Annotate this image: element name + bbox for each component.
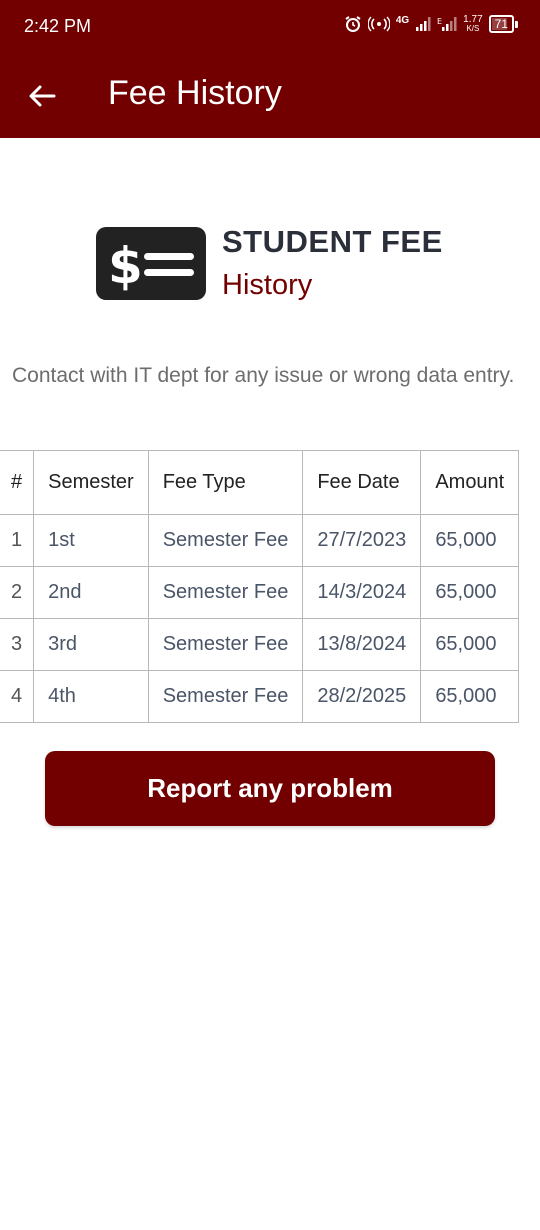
battery-tip bbox=[515, 20, 518, 28]
back-button[interactable] bbox=[22, 76, 62, 116]
battery-icon: 71 bbox=[488, 15, 518, 33]
fee-table: # Semester Fee Type Fee Date Amount 1 1s… bbox=[0, 450, 520, 723]
table-cell: 27/7/2023 bbox=[302, 514, 422, 567]
table-row: 3 3rd Semester Fee 13/8/2024 65,000 bbox=[0, 618, 520, 671]
table-row: 2 2nd Semester Fee 14/3/2024 65,000 bbox=[0, 566, 520, 619]
table-cell: 65,000 bbox=[420, 566, 520, 619]
status-icons: 4G E 1.77 K/S 71 bbox=[344, 15, 518, 33]
table-cell: 65,000 bbox=[420, 670, 520, 723]
table-cell: 1st bbox=[33, 514, 149, 567]
battery-percent: 71 bbox=[494, 17, 508, 31]
column-header: Amount bbox=[420, 450, 520, 515]
dollar-bill-icon: $ bbox=[96, 227, 206, 300]
table-cell: 2nd bbox=[33, 566, 149, 619]
table-cell: 13/8/2024 bbox=[302, 618, 422, 671]
hotspot-icon bbox=[367, 16, 390, 32]
table-cell: 3 bbox=[0, 618, 35, 671]
column-header: Fee Type bbox=[147, 450, 304, 515]
table-cell: Semester Fee bbox=[147, 618, 304, 671]
table-viewport[interactable]: # Semester Fee Type Fee Date Amount 1 1s… bbox=[0, 0, 540, 1230]
notice-text: Contact with IT dept for any issue or wr… bbox=[12, 364, 515, 387]
battery-level: 71 bbox=[488, 15, 514, 33]
status-time: 2:42 PM bbox=[24, 16, 92, 36]
alarm-icon bbox=[344, 15, 362, 33]
table-cell: 4th bbox=[33, 670, 149, 723]
header-title: STUDENT FEE bbox=[222, 224, 443, 259]
fee-header: $ STUDENT FEE History bbox=[96, 222, 476, 312]
network-type: 4G bbox=[395, 15, 410, 26]
report-problem-button[interactable]: Report any problem bbox=[45, 751, 495, 826]
header-subtitle: History bbox=[222, 269, 313, 301]
column-header: Semester bbox=[33, 450, 149, 515]
table-cell: Semester Fee bbox=[147, 670, 304, 723]
table-cell: 2 bbox=[0, 566, 35, 619]
column-header: # bbox=[0, 450, 35, 515]
table-cell: 3rd bbox=[33, 618, 149, 671]
table-header-row: # Semester Fee Type Fee Date Amount bbox=[0, 450, 520, 515]
arrow-left-icon bbox=[29, 85, 56, 107]
table-cell: 65,000 bbox=[420, 618, 520, 671]
table-cell: 14/3/2024 bbox=[302, 566, 422, 619]
network-speed: 1.77 K/S bbox=[463, 14, 483, 34]
signal-icon: E bbox=[437, 16, 457, 32]
column-header: Fee Date bbox=[302, 450, 422, 515]
table-cell: Semester Fee bbox=[147, 566, 304, 619]
table-cell: 65,000 bbox=[420, 514, 520, 567]
svg-text:E: E bbox=[437, 17, 442, 26]
status-bar: 2:42 PM 4G E 1.77 K/S 71 bbox=[0, 0, 540, 55]
page-title: Fee History bbox=[108, 74, 282, 112]
table-row: 4 4th Semester Fee 28/2/2025 65,000 bbox=[0, 670, 520, 723]
app-bar: 2:42 PM 4G E 1.77 K/S 71 Fee History bbox=[0, 0, 540, 138]
speed-unit: K/S bbox=[466, 24, 480, 33]
svg-text:$: $ bbox=[108, 237, 143, 295]
table-cell: 4 bbox=[0, 670, 35, 723]
table-row: 1 1st Semester Fee 27/7/2023 65,000 bbox=[0, 514, 520, 567]
table-cell: 28/2/2025 bbox=[302, 670, 422, 723]
table-cell: Semester Fee bbox=[147, 514, 304, 567]
speed-value: 1.77 bbox=[463, 14, 483, 25]
table-cell: 1 bbox=[0, 514, 35, 567]
signal-icon bbox=[415, 16, 431, 32]
